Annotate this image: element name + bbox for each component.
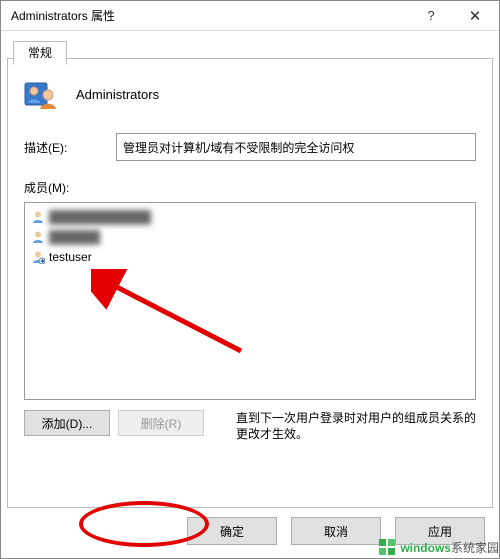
help-button[interactable]: ? xyxy=(409,1,453,31)
members-listbox[interactable]: ████████████ ██████ testuser xyxy=(24,202,476,400)
description-row: 描述(E): xyxy=(24,133,476,161)
user-icon xyxy=(31,250,45,264)
user-icon xyxy=(31,210,45,224)
ok-button[interactable]: 确定 xyxy=(187,517,277,545)
add-button[interactable]: 添加(D)... xyxy=(24,410,110,436)
description-label: 描述(E): xyxy=(24,139,116,156)
remove-button: 删除(R) xyxy=(118,410,204,436)
tab-general[interactable]: 常规 xyxy=(13,41,67,65)
watermark-text: windows系统家园 xyxy=(400,539,499,556)
member-name: testuser xyxy=(49,250,92,264)
window-title: Administrators 属性 xyxy=(11,7,409,24)
members-label: 成员(M): xyxy=(24,179,476,196)
group-icon xyxy=(24,77,58,111)
group-header: Administrators xyxy=(24,77,476,111)
watermark: windows系统家园 xyxy=(378,538,499,556)
list-item[interactable]: ██████ xyxy=(31,227,469,247)
member-actions: 添加(D)... 删除(R) 直到下一次用户登录时对用户的组成员关系的更改才生效… xyxy=(24,410,476,442)
member-name: ████████████ xyxy=(49,210,151,224)
description-input[interactable] xyxy=(116,133,476,161)
list-item[interactable]: ████████████ xyxy=(31,207,469,227)
close-button[interactable]: ✕ xyxy=(453,1,497,31)
properties-dialog: Administrators 属性 ? ✕ 常规 Administrators … xyxy=(0,0,500,559)
tab-panel: Administrators 描述(E): 成员(M): ███████████… xyxy=(7,58,493,508)
member-name: ██████ xyxy=(49,230,100,244)
list-item[interactable]: testuser xyxy=(31,247,469,267)
titlebar: Administrators 属性 ? ✕ xyxy=(1,1,499,31)
dialog-body: 常规 Administrators 描述(E): 成员(M): xyxy=(1,31,499,558)
group-name-label: Administrators xyxy=(76,87,159,102)
watermark-logo-icon xyxy=(378,538,396,556)
cancel-button[interactable]: 取消 xyxy=(291,517,381,545)
membership-note: 直到下一次用户登录时对用户的组成员关系的更改才生效。 xyxy=(236,410,476,442)
user-icon xyxy=(31,230,45,244)
